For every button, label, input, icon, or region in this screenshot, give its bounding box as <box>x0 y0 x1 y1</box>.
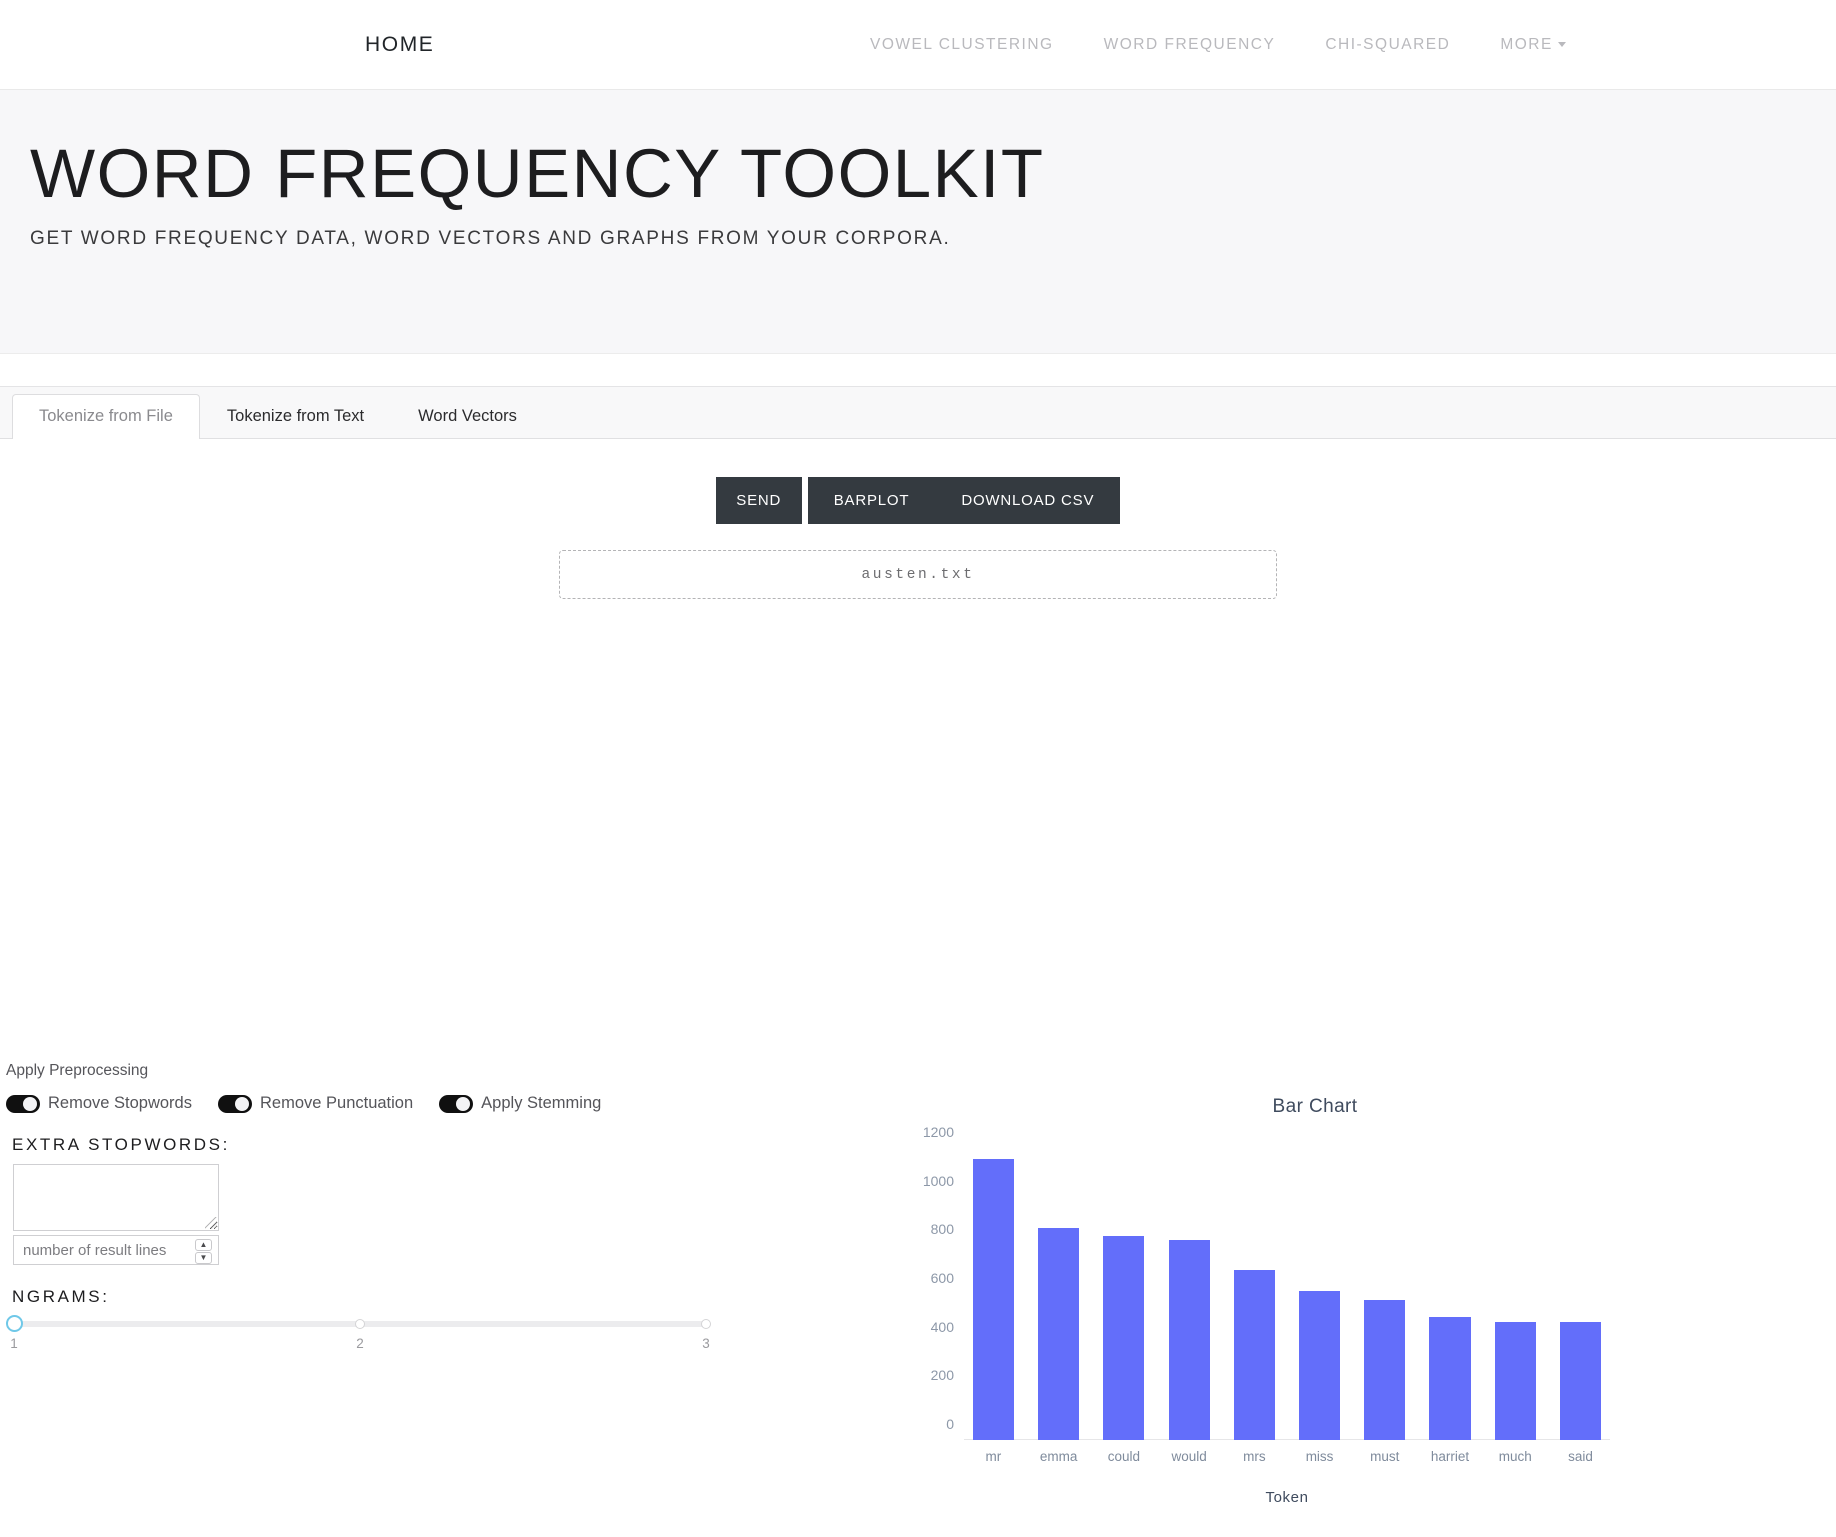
quantity-stepper[interactable]: ▲ ▼ <box>195 1238 212 1264</box>
toggle-knob <box>23 1096 37 1111</box>
chart-y-tick: 1200 <box>922 1124 954 1140</box>
chart-x-tick: mrs <box>1243 1449 1266 1464</box>
preprocessing-controls: Apply Preprocessing Remove Stopwords Rem… <box>6 1062 836 1356</box>
toggle-remove-punctuation-label: Remove Punctuation <box>259 1094 414 1112</box>
hero-banner: WORD FREQUENCY TOOLKIT GET WORD FREQUENC… <box>0 90 1836 354</box>
chart-bar-column: much <box>1486 1148 1545 1464</box>
chart-x-tick: emma <box>1039 1449 1078 1464</box>
extra-stopwords-heading: EXTRA STOPWORDS: <box>12 1135 230 1154</box>
file-dropzone[interactable]: austen.txt <box>559 550 1277 599</box>
extra-stopwords-textarea[interactable] <box>13 1164 219 1231</box>
slider-track[interactable] <box>6 1315 711 1332</box>
chart-y-tick: 1000 <box>922 1172 954 1189</box>
toggle-switch-icon[interactable] <box>439 1094 474 1113</box>
toggle-row: Remove Stopwords Remove Punctuation Appl… <box>6 1094 836 1113</box>
chart-plot-area: Frequency 020040060080010001200 mremmaco… <box>923 1124 1610 1464</box>
chart-bar[interactable] <box>1103 1236 1145 1440</box>
chart-bar[interactable] <box>1038 1228 1080 1440</box>
bar-chart: Bar Chart Frequency 02004006008001000120… <box>900 1092 1730 1512</box>
chart-bar[interactable] <box>1168 1240 1210 1440</box>
chart-x-tick: said <box>1568 1449 1593 1464</box>
top-navbar: HOME VOWEL CLUSTERING WORD FREQUENCY CHI… <box>0 0 1836 90</box>
toggle-remove-stopwords-label: Remove Stopwords <box>48 1094 192 1112</box>
chart-bar[interactable] <box>1298 1291 1341 1440</box>
chart-bar-column: emma <box>1029 1148 1088 1464</box>
chart-bar-column: could <box>1094 1148 1153 1464</box>
slider-tick-dot-2 <box>355 1319 365 1329</box>
chart-bars: mr emma could would mrs miss must harriet much sa… <box>964 1148 1610 1464</box>
chart-bar-column: mr <box>964 1148 1023 1464</box>
chart-bar-column: miss <box>1290 1148 1349 1464</box>
nav-links: VOWEL CLUSTERING WORD FREQUENCY CHI-SQUA… <box>870 36 1566 54</box>
page-title: WORD FREQUENCY TOOLKIT <box>30 135 1045 212</box>
toggle-knob <box>456 1096 471 1111</box>
chart-x-tick: mr <box>985 1449 1002 1464</box>
chart-bar-column: mrs <box>1225 1148 1284 1464</box>
chart-y-tick: 800 <box>930 1221 954 1238</box>
tab-word-vectors[interactable]: Word Vectors <box>391 394 544 439</box>
resize-handle-icon[interactable] <box>205 1217 217 1229</box>
slider-tick-dot-3 <box>701 1319 711 1329</box>
nav-link-word-frequency[interactable]: WORD FREQUENCY <box>1104 36 1276 54</box>
stepper-up-icon[interactable]: ▲ <box>195 1238 212 1251</box>
chart-bar-column: would <box>1160 1148 1219 1464</box>
download-csv-button[interactable]: DOWNLOAD CSV <box>935 477 1121 524</box>
chart-title: Bar Chart <box>1272 1096 1358 1117</box>
page-subtitle: GET WORD FREQUENCY DATA, WORD VECTORS AN… <box>30 228 951 250</box>
apply-preprocessing-label: Apply Preprocessing <box>6 1062 149 1079</box>
chart-bar[interactable] <box>1233 1269 1275 1440</box>
dropzone-filename: austen.txt <box>861 566 975 583</box>
nav-link-chi-squared[interactable]: CHI-SQUARED <box>1325 36 1450 54</box>
chart-x-tick: must <box>1370 1449 1400 1464</box>
chart-bar[interactable] <box>1429 1316 1471 1440</box>
chart-bar[interactable] <box>1559 1322 1602 1440</box>
chart-y-tick: 200 <box>930 1367 954 1384</box>
ngrams-slider[interactable]: 1 2 3 <box>6 1315 711 1356</box>
main-panel: SEND BARPLOT DOWNLOAD CSV austen.txt App… <box>0 477 1836 1537</box>
slider-tick-2: 2 <box>356 1336 364 1351</box>
barplot-button[interactable]: BARPLOT <box>807 477 936 524</box>
nav-link-more-label: MORE <box>1500 35 1553 53</box>
chart-x-tick: miss <box>1305 1449 1334 1464</box>
tab-tokenize-from-text[interactable]: Tokenize from Text <box>200 394 391 439</box>
stepper-down-icon[interactable]: ▼ <box>195 1251 212 1264</box>
chart-bar[interactable] <box>1364 1299 1406 1440</box>
tab-tokenize-from-file[interactable]: Tokenize from File <box>12 394 200 439</box>
chart-y-tick: 400 <box>930 1318 954 1335</box>
chart-bar[interactable] <box>1494 1321 1536 1440</box>
action-button-row: SEND BARPLOT DOWNLOAD CSV <box>0 477 1836 524</box>
toggle-switch-icon[interactable] <box>6 1094 40 1113</box>
toggle-apply-stemming[interactable]: Apply Stemming <box>439 1094 601 1113</box>
result-lines-input[interactable]: number of result lines ▲ ▼ <box>13 1235 219 1265</box>
slider-tick-labels: 1 2 3 <box>10 1336 710 1356</box>
tab-bar: Tokenize from File Tokenize from Text Wo… <box>0 386 1836 439</box>
chart-x-axis-label: Token <box>1265 1489 1309 1506</box>
chart-bar-column: harriet <box>1421 1148 1480 1464</box>
chart-y-tick: 600 <box>930 1270 954 1286</box>
chart-x-tick: would <box>1171 1449 1207 1464</box>
nav-link-vowel-clustering[interactable]: VOWEL CLUSTERING <box>870 36 1054 54</box>
chart-bar-column: said <box>1551 1148 1610 1464</box>
chart-action-group: BARPLOT DOWNLOAD CSV <box>807 477 1121 524</box>
toggle-knob <box>234 1096 249 1111</box>
chart-bar-column: must <box>1355 1148 1414 1464</box>
chevron-down-icon <box>1557 41 1566 47</box>
ngrams-heading: NGRAMS: <box>12 1287 110 1306</box>
chart-x-tick: could <box>1107 1449 1140 1464</box>
nav-link-more[interactable]: MORE <box>1500 36 1566 54</box>
nav-brand-home[interactable]: HOME <box>365 33 434 57</box>
chart-x-tick: much <box>1498 1449 1532 1464</box>
result-lines-placeholder: number of result lines <box>23 1241 167 1259</box>
chart-y-tick: 0 <box>946 1416 954 1432</box>
toggle-apply-stemming-label: Apply Stemming <box>481 1094 602 1112</box>
slider-tick-3: 3 <box>702 1336 710 1351</box>
toggle-switch-icon[interactable] <box>217 1094 252 1113</box>
chart-x-tick: harriet <box>1430 1449 1470 1464</box>
send-button[interactable]: SEND <box>715 477 802 524</box>
toggle-remove-stopwords[interactable]: Remove Stopwords <box>6 1094 192 1113</box>
slider-handle[interactable] <box>6 1315 23 1332</box>
chart-bar[interactable] <box>972 1159 1014 1440</box>
toggle-remove-punctuation[interactable]: Remove Punctuation <box>217 1094 414 1113</box>
slider-tick-1: 1 <box>10 1336 18 1351</box>
